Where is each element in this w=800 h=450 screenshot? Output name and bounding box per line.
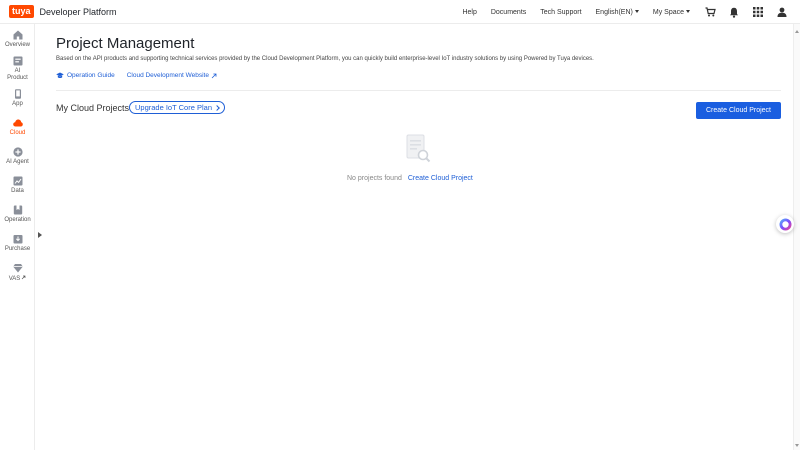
help-links: Operation Guide Cloud Development Websit… bbox=[56, 72, 217, 79]
top-header: tuya Developer Platform Help Documents T… bbox=[0, 0, 800, 24]
sidebar-item-label: Operation bbox=[4, 217, 31, 223]
sidebar-item-vas[interactable]: VAS bbox=[0, 263, 35, 283]
apps-grid-icon[interactable] bbox=[752, 6, 764, 18]
chart-icon bbox=[13, 176, 22, 186]
ai-assistant-button[interactable] bbox=[776, 215, 794, 233]
page-description: Based on the API products and supporting… bbox=[56, 56, 594, 62]
external-link-icon bbox=[22, 275, 26, 280]
language-dropdown[interactable]: English(EN) bbox=[596, 9, 639, 16]
empty-state-create-link[interactable]: Create Cloud Project bbox=[408, 175, 473, 182]
sidebar-item-label: Data bbox=[11, 188, 24, 194]
scroll-up-arrow-icon[interactable] bbox=[795, 30, 799, 33]
vertical-scrollbar[interactable] bbox=[793, 24, 800, 450]
scroll-down-arrow-icon[interactable] bbox=[795, 444, 799, 447]
nav-documents[interactable]: Documents bbox=[491, 9, 526, 16]
header-divider bbox=[56, 90, 781, 91]
sidebar-item-overview[interactable]: Overview bbox=[0, 30, 35, 49]
sidebar-item-data[interactable]: Data bbox=[0, 176, 35, 195]
space-dropdown[interactable]: My Space bbox=[653, 9, 690, 16]
section-title: My Cloud Projects bbox=[56, 103, 130, 113]
cloud-dev-website-link[interactable]: Cloud Development Website bbox=[127, 72, 217, 79]
external-link-icon bbox=[211, 73, 217, 78]
nav-tech-support[interactable]: Tech Support bbox=[540, 9, 581, 16]
plus-circle-icon bbox=[12, 147, 23, 157]
space-label: My Space bbox=[652, 8, 684, 16]
sidebar-item-label: VAS bbox=[0, 275, 35, 283]
phone-icon bbox=[14, 89, 21, 99]
chevron-right-icon bbox=[214, 104, 220, 111]
sidebar-item-app[interactable]: App bbox=[0, 89, 35, 108]
empty-state: No projects found Create Cloud Project bbox=[347, 175, 473, 182]
empty-state-text: No projects found bbox=[347, 175, 402, 182]
empty-document-icon bbox=[406, 134, 431, 163]
sidebar-item-operation[interactable]: Operation bbox=[0, 205, 35, 224]
sidebar-item-label: AI Product bbox=[7, 68, 28, 81]
ai-assistant-icon bbox=[779, 218, 791, 230]
upgrade-plan-button[interactable]: Upgrade IoT Core Plan bbox=[129, 101, 225, 114]
user-icon[interactable] bbox=[776, 6, 788, 18]
graduation-cap-icon bbox=[56, 72, 64, 79]
sidebar-item-label: Cloud bbox=[9, 130, 26, 136]
sidebar-item-label: Overview bbox=[4, 42, 30, 48]
chevron-down-icon bbox=[634, 10, 639, 14]
chevron-down-icon bbox=[686, 10, 690, 14]
sidebar-item-cloud[interactable]: Cloud bbox=[0, 118, 35, 137]
nav-help[interactable]: Help bbox=[462, 9, 476, 16]
sidebar-item-label: Purchase bbox=[4, 246, 31, 252]
cart-icon[interactable] bbox=[704, 6, 716, 18]
sidebar-item-label: App bbox=[12, 101, 23, 107]
brand-title[interactable]: Developer Platform bbox=[40, 7, 117, 17]
operation-guide-link[interactable]: Operation Guide bbox=[56, 72, 115, 79]
diamond-icon bbox=[12, 264, 23, 273]
page-title: Project Management bbox=[56, 35, 195, 52]
home-icon bbox=[13, 30, 22, 40]
cloud-icon bbox=[12, 119, 23, 127]
sidebar: Overview AI Product App Cloud AI Agent D… bbox=[0, 24, 35, 450]
language-label: English(EN) bbox=[595, 8, 633, 16]
sidebar-item-ai-agent[interactable]: AI Agent bbox=[0, 147, 35, 166]
top-nav: Help Documents Tech Support English(EN) … bbox=[462, 0, 800, 24]
main-content: Project Management Based on the API prod… bbox=[35, 24, 795, 450]
create-cloud-project-button[interactable]: Create Cloud Project bbox=[696, 102, 781, 119]
sidebar-item-label: AI Agent bbox=[6, 159, 29, 165]
tuya-logo[interactable]: tuya bbox=[9, 5, 34, 18]
bell-icon[interactable] bbox=[728, 6, 740, 18]
download-box-icon bbox=[13, 235, 22, 244]
sidebar-item-ai-product[interactable]: AI Product bbox=[0, 56, 35, 82]
ai-product-icon bbox=[13, 56, 22, 66]
bookmark-icon bbox=[13, 205, 22, 215]
cloud-dev-website-label: Cloud Development Website bbox=[126, 72, 209, 79]
upgrade-plan-label: Upgrade IoT Core Plan bbox=[135, 103, 212, 112]
operation-guide-label: Operation Guide bbox=[67, 72, 115, 79]
sidebar-item-purchase[interactable]: Purchase bbox=[0, 234, 35, 253]
